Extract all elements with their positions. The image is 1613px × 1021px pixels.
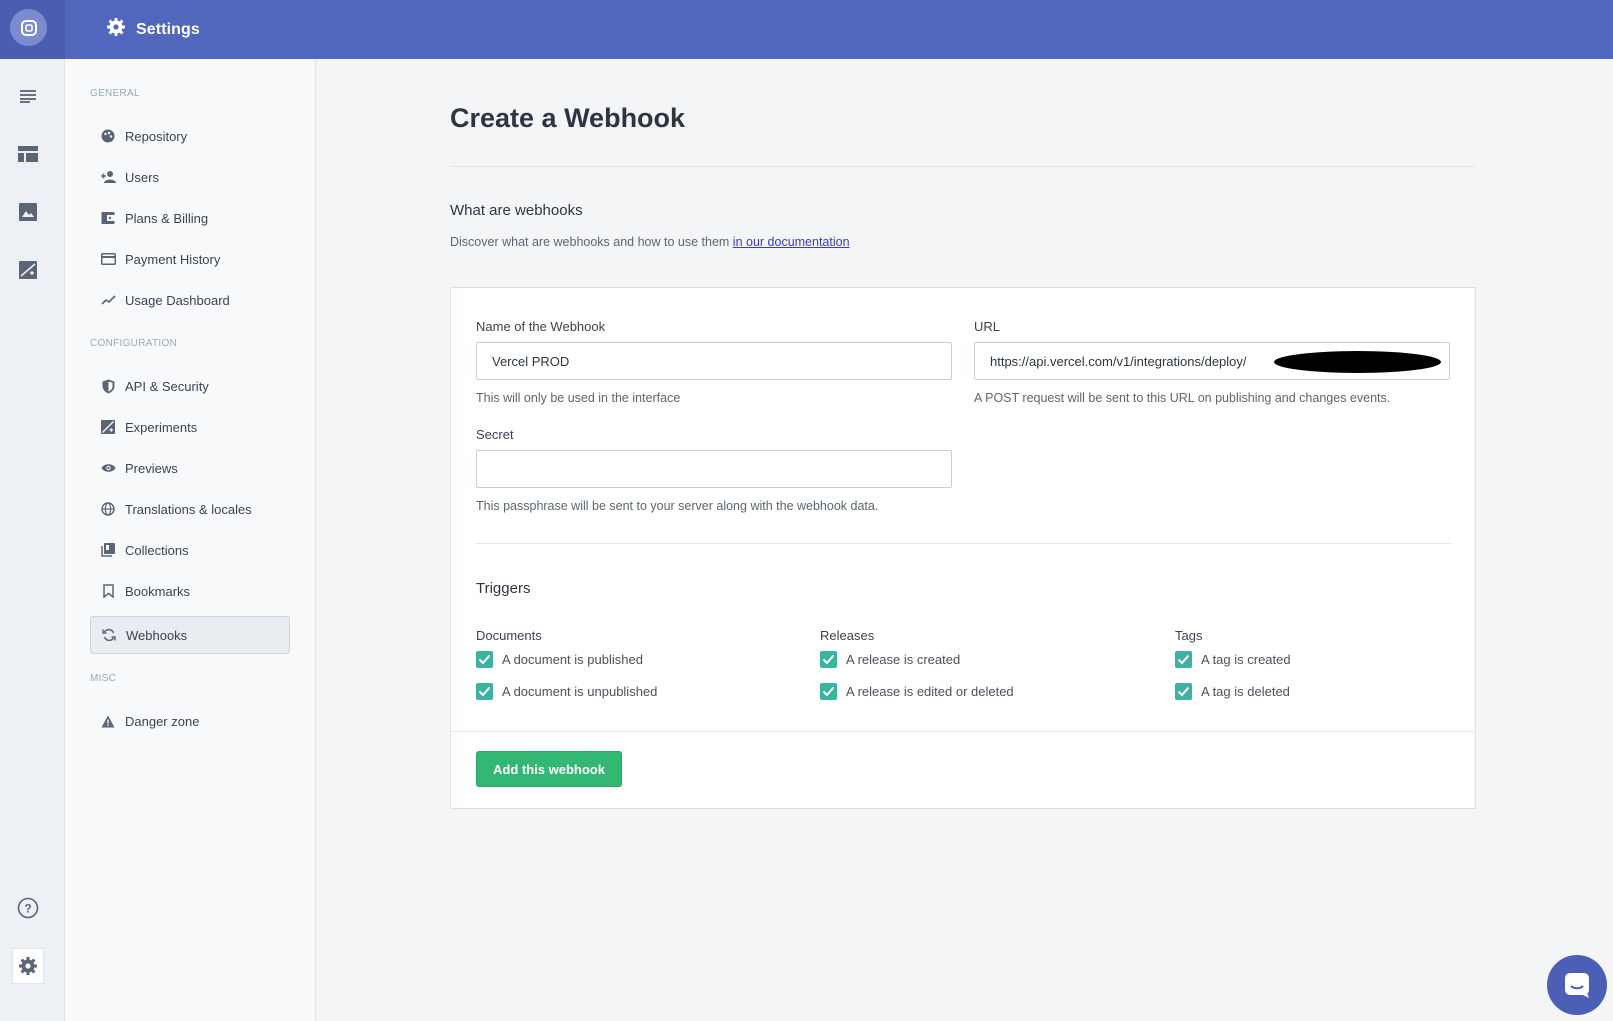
section-label-configuration: CONFIGURATION bbox=[90, 338, 178, 349]
sidebar-item-label: Webhooks bbox=[126, 627, 188, 643]
shield-icon bbox=[100, 378, 116, 394]
checkbox-checked-icon[interactable] bbox=[820, 651, 837, 668]
name-field-label: Name of the Webhook bbox=[476, 319, 606, 334]
checkbox-release-edited-deleted[interactable]: A release is edited or deleted bbox=[820, 683, 1014, 700]
checkbox-label: A release is edited or deleted bbox=[846, 684, 1014, 699]
sidebar-item-label: Users bbox=[125, 169, 159, 185]
checkbox-tag-deleted[interactable]: A tag is deleted bbox=[1175, 683, 1290, 700]
settings-sidebar: GENERAL Repository Users Plans & Billing… bbox=[65, 59, 316, 1021]
divider bbox=[451, 731, 1475, 732]
logo-area bbox=[0, 0, 65, 59]
sidebar-item-label: Repository bbox=[125, 128, 188, 144]
sidebar-item-collections[interactable]: Collections bbox=[90, 531, 290, 569]
main-content: Create a Webhook What are webhooks Disco… bbox=[316, 59, 1613, 1021]
collections-icon bbox=[100, 542, 116, 558]
svg-text:?: ? bbox=[24, 902, 31, 916]
sidebar-item-label: Usage Dashboard bbox=[125, 292, 230, 308]
documents-list-icon[interactable] bbox=[17, 85, 39, 107]
webhook-name-input[interactable] bbox=[476, 342, 952, 380]
wallet-icon bbox=[100, 210, 116, 226]
checkbox-label: A release is created bbox=[846, 652, 961, 667]
trend-line-icon bbox=[100, 292, 116, 308]
chat-widget-icon[interactable] bbox=[1547, 955, 1607, 1015]
documentation-link[interactable]: in our documentation bbox=[733, 235, 850, 249]
eye-icon bbox=[100, 460, 116, 476]
page-header-title: Settings bbox=[136, 20, 200, 38]
redaction-mark bbox=[1274, 351, 1441, 373]
checkbox-tag-created[interactable]: A tag is created bbox=[1175, 651, 1291, 668]
sidebar-item-label: Previews bbox=[125, 460, 178, 476]
sidebar-item-usage-dashboard[interactable]: Usage Dashboard bbox=[90, 281, 290, 319]
experiment-icon bbox=[100, 419, 116, 435]
checkbox-label: A tag is deleted bbox=[1201, 684, 1290, 699]
app-logo-icon[interactable] bbox=[10, 9, 47, 46]
sidebar-item-payment-history[interactable]: Payment History bbox=[90, 240, 290, 278]
sidebar-item-danger-zone[interactable]: Danger zone bbox=[90, 702, 290, 740]
url-field-help: A POST request will be sent to this URL … bbox=[974, 391, 1391, 405]
refresh-icon bbox=[101, 627, 117, 643]
webhook-secret-input[interactable] bbox=[476, 450, 952, 488]
checkbox-label: A document is unpublished bbox=[502, 684, 658, 699]
checkbox-checked-icon[interactable] bbox=[1175, 651, 1192, 668]
top-bar: Settings bbox=[0, 0, 1613, 59]
credit-card-icon bbox=[100, 251, 116, 267]
intro-text: Discover what are webhooks and how to us… bbox=[450, 235, 850, 249]
bookmark-icon bbox=[100, 583, 116, 599]
sidebar-item-api-security[interactable]: API & Security bbox=[90, 367, 290, 405]
custom-types-icon[interactable] bbox=[17, 143, 39, 165]
sidebar-item-label: Danger zone bbox=[125, 713, 200, 729]
sidebar-item-webhooks[interactable]: Webhooks bbox=[90, 616, 290, 654]
url-field-label: URL bbox=[974, 319, 1001, 334]
checkbox-label: A document is published bbox=[502, 652, 643, 667]
checkbox-label: A tag is created bbox=[1201, 652, 1291, 667]
intro-heading: What are webhooks bbox=[450, 202, 583, 219]
checkbox-checked-icon[interactable] bbox=[1175, 683, 1192, 700]
sidebar-item-label: Experiments bbox=[125, 419, 198, 435]
sidebar-item-repository[interactable]: Repository bbox=[90, 117, 290, 155]
checkbox-document-unpublished[interactable]: A document is unpublished bbox=[476, 683, 657, 700]
sidebar-item-previews[interactable]: Previews bbox=[90, 449, 290, 487]
sidebar-item-label: Translations & locales bbox=[125, 501, 252, 517]
sidebar-item-bookmarks[interactable]: Bookmarks bbox=[90, 572, 290, 610]
section-label-general: GENERAL bbox=[90, 88, 140, 99]
palette-icon bbox=[100, 128, 116, 144]
help-icon[interactable]: ? bbox=[17, 897, 39, 919]
warning-icon bbox=[100, 713, 116, 729]
trigger-group-documents: Documents bbox=[476, 628, 542, 643]
sidebar-item-label: Plans & Billing bbox=[125, 210, 209, 226]
page-title: Create a Webhook bbox=[450, 103, 686, 133]
add-user-icon bbox=[100, 169, 116, 185]
icon-rail: ? bbox=[0, 59, 65, 1021]
checkbox-checked-icon[interactable] bbox=[820, 683, 837, 700]
gear-icon bbox=[106, 17, 126, 42]
globe-icon bbox=[100, 501, 116, 517]
section-label-misc: MISC bbox=[90, 673, 117, 684]
checkbox-checked-icon[interactable] bbox=[476, 683, 493, 700]
divider bbox=[476, 543, 1451, 544]
sidebar-item-translations-locales[interactable]: Translations & locales bbox=[90, 490, 290, 528]
sidebar-item-label: Bookmarks bbox=[125, 583, 191, 599]
secret-field-label: Secret bbox=[476, 427, 514, 442]
settings-rail-gear-icon[interactable] bbox=[12, 948, 44, 984]
trigger-group-tags: Tags bbox=[1175, 628, 1203, 643]
checkbox-release-created[interactable]: A release is created bbox=[820, 651, 960, 668]
trigger-group-releases: Releases bbox=[820, 628, 875, 643]
checkbox-checked-icon[interactable] bbox=[476, 651, 493, 668]
intro-text-body: Discover what are webhooks and how to us… bbox=[450, 235, 733, 249]
sidebar-item-users[interactable]: Users bbox=[90, 158, 290, 196]
add-webhook-button[interactable]: Add this webhook bbox=[476, 751, 622, 787]
checkbox-document-published[interactable]: A document is published bbox=[476, 651, 643, 668]
experiment-rail-icon[interactable] bbox=[17, 259, 39, 281]
name-field-help: This will only be used in the interface bbox=[476, 391, 681, 405]
secret-field-help: This passphrase will be sent to your ser… bbox=[476, 499, 879, 513]
divider bbox=[450, 166, 1475, 167]
header-title-group: Settings bbox=[106, 0, 200, 59]
sidebar-item-experiments[interactable]: Experiments bbox=[90, 408, 290, 446]
media-library-icon[interactable] bbox=[17, 201, 39, 223]
sidebar-item-plans-billing[interactable]: Plans & Billing bbox=[90, 199, 290, 237]
sidebar-item-label: Collections bbox=[125, 542, 189, 558]
triggers-heading: Triggers bbox=[476, 580, 531, 597]
sidebar-item-label: API & Security bbox=[125, 378, 209, 394]
sidebar-item-label: Payment History bbox=[125, 251, 221, 267]
